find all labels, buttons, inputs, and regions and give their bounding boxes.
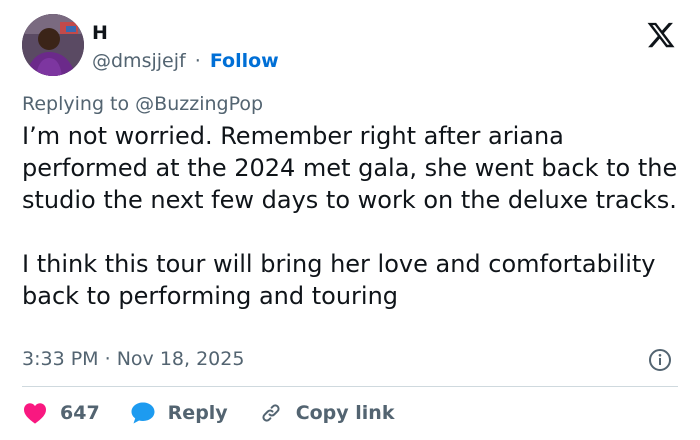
tweet-time: 3:33 PM xyxy=(22,348,99,370)
reply-mention[interactable]: @BuzzingPop xyxy=(135,93,263,115)
timestamp-separator: · xyxy=(104,348,111,370)
tweet-timestamp[interactable]: 3:33 PM · Nov 18, 2025 xyxy=(22,348,244,370)
author-name[interactable]: H xyxy=(92,22,108,44)
tweet-paragraph-2: I think this tour will bring her love an… xyxy=(22,250,656,310)
author-handle-row: @dmsjjejf · Follow xyxy=(92,50,279,72)
like-button[interactable]: 647 xyxy=(22,400,100,426)
divider xyxy=(22,386,678,387)
tweet-header: H @dmsjjejf · Follow xyxy=(22,14,678,78)
copy-link-label: Copy link xyxy=(295,402,395,424)
reply-label: Reply xyxy=(167,402,228,424)
follow-button[interactable]: Follow xyxy=(210,50,279,72)
reply-button[interactable]: Reply xyxy=(130,400,228,426)
heart-icon xyxy=(22,400,48,426)
avatar[interactable] xyxy=(22,14,84,76)
tweet-paragraph-1: I’m not worried. Remember right after ar… xyxy=(22,122,678,214)
info-icon[interactable] xyxy=(648,348,672,372)
reply-bubble-icon xyxy=(130,400,156,426)
reply-context: Replying to @BuzzingPop xyxy=(22,93,263,115)
copy-link-button[interactable]: Copy link xyxy=(258,400,395,426)
x-logo-icon[interactable] xyxy=(646,20,676,50)
tweet-actions: 647 Reply Copy link xyxy=(22,398,424,428)
tweet-text: I’m not worried. Remember right after ar… xyxy=(22,120,682,312)
handle-separator: · xyxy=(194,50,201,72)
link-icon xyxy=(258,400,284,426)
author-handle[interactable]: @dmsjjejf xyxy=(92,50,186,72)
tweet-date: Nov 18, 2025 xyxy=(116,348,245,370)
like-count: 647 xyxy=(60,402,100,424)
reply-prefix: Replying to xyxy=(22,93,130,115)
